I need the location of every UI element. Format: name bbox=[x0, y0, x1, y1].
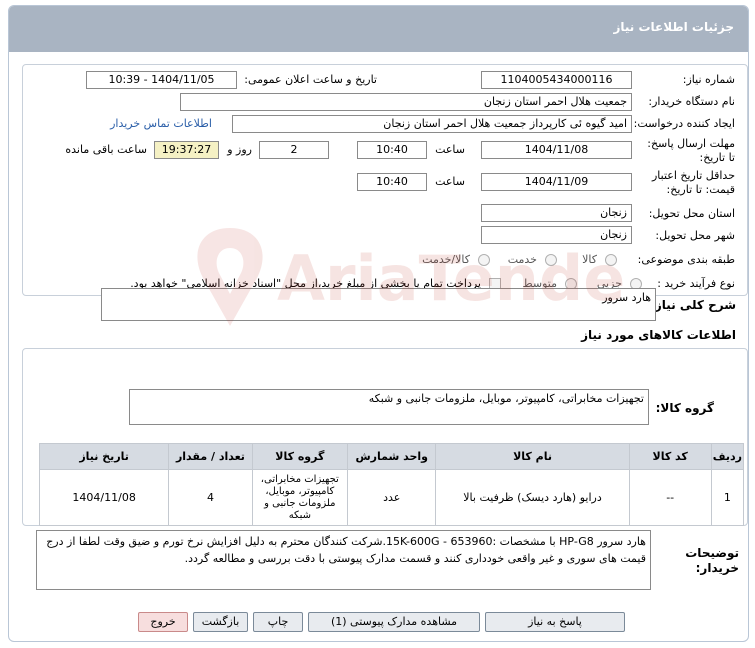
contact-info-link[interactable]: اطلاعات تماس خریدار bbox=[110, 117, 212, 130]
goods-group-label: گروه کالا: bbox=[655, 401, 714, 415]
creator-label: ایجاد کننده درخواست: bbox=[633, 117, 735, 130]
validity-time-label: ساعت bbox=[435, 175, 465, 188]
buyer-org-field: جمعیت هلال احمر استان زنجان bbox=[180, 93, 632, 111]
page-title: جزئیات اطلاعات نیاز bbox=[613, 20, 734, 34]
general-desc-label: شرح کلی نیاز: bbox=[650, 298, 736, 312]
table-header-row: ردیف کد کالا نام کالا واحد شمارش گروه کا… bbox=[38, 443, 745, 470]
category-option-goods: کالا bbox=[582, 253, 597, 266]
general-desc-field: هارد سرور bbox=[101, 288, 656, 321]
header-unit: واحد شمارش bbox=[347, 443, 437, 470]
category-label: طبقه بندی موضوعی: bbox=[637, 253, 735, 266]
validity-time-field: 10:40 bbox=[357, 173, 427, 191]
header-qty: تعداد / مقدار bbox=[168, 443, 253, 470]
info-panel: شماره نیاز: 1104005434000116 تاریخ و ساع… bbox=[22, 64, 748, 296]
header-group: گروه کالا bbox=[251, 443, 349, 470]
days-label: روز و bbox=[227, 143, 252, 156]
need-number-label: شماره نیاز: bbox=[682, 73, 735, 86]
creator-field: امید گیوه ئی کارپرداز جمعیت هلال احمر اس… bbox=[232, 115, 632, 133]
cell-qty: 4 bbox=[168, 469, 253, 526]
details-window: جزئیات اطلاعات نیاز شماره نیاز: 11040054… bbox=[8, 5, 749, 642]
reply-date-field: 1404/11/08 bbox=[481, 141, 632, 159]
back-button[interactable]: بازگشت bbox=[193, 612, 248, 632]
cell-code: -- bbox=[628, 469, 712, 526]
reply-time-label: ساعت bbox=[435, 143, 465, 156]
goods-group-field: تجهیزات مخابراتی، کامپیوتر، موبایل، ملزو… bbox=[129, 389, 649, 425]
validity-date-field: 1404/11/09 bbox=[481, 173, 632, 191]
goods-info-title: اطلاعات کالاهای مورد نیاز bbox=[581, 328, 736, 342]
header-code: کد کالا bbox=[628, 443, 712, 470]
announce-field: 1404/11/05 - 10:39 bbox=[86, 71, 237, 89]
purchase-type-label: نوع فرآیند خرید : bbox=[657, 277, 735, 290]
days-field: 2 bbox=[259, 141, 329, 159]
category-radio-goods[interactable] bbox=[605, 254, 617, 266]
cell-unit: عدد bbox=[347, 469, 437, 526]
title-bar: جزئیات اطلاعات نیاز bbox=[9, 6, 748, 52]
price-validity-label: حداقل تاریخ اعتبار قیمت: تا تاریخ: bbox=[651, 169, 735, 196]
exit-button[interactable]: خروج bbox=[138, 612, 188, 632]
cell-index: 1 bbox=[710, 469, 745, 526]
category-option-service: خدمت bbox=[507, 253, 537, 266]
need-number-field: 1104005434000116 bbox=[481, 71, 632, 89]
city-field: زنجان bbox=[481, 226, 632, 244]
goods-table: ردیف کد کالا نام کالا واحد شمارش گروه کا… bbox=[38, 443, 745, 526]
print-button[interactable]: چاپ bbox=[253, 612, 303, 632]
goods-panel: گروه کالا: تجهیزات مخابراتی، کامپیوتر، م… bbox=[22, 348, 748, 526]
cell-group: تجهیزات مخابراتی، کامپیوتر، موبایل، ملزو… bbox=[251, 469, 349, 526]
category-radio-both[interactable] bbox=[478, 254, 490, 266]
reply-button[interactable]: پاسخ به نیاز bbox=[485, 612, 625, 632]
buyer-notes-label: توضیحات خریدار: bbox=[685, 546, 739, 575]
remaining-time-field: 19:37:27 bbox=[154, 141, 219, 159]
buyer-notes-field: هارد سرور HP-G8 با مشخصات :653960 - 15K-… bbox=[36, 530, 651, 590]
category-radio-service[interactable] bbox=[545, 254, 557, 266]
city-label: شهر محل تحویل: bbox=[655, 229, 735, 242]
header-index: ردیف bbox=[710, 443, 745, 470]
buyer-org-label: نام دستگاه خریدار: bbox=[648, 95, 735, 108]
remaining-time-label: ساعت باقی مانده bbox=[65, 143, 147, 156]
province-label: استان محل تحویل: bbox=[648, 207, 735, 220]
cell-name: درایو (هارد دیسک) ظرفیت بالا bbox=[435, 469, 630, 526]
announce-label: تاریخ و ساعت اعلان عمومی: bbox=[244, 73, 377, 86]
category-option-both: کالا/خدمت bbox=[422, 253, 470, 266]
table-row[interactable]: 1 -- درایو (هارد دیسک) ظرفیت بالا عدد تج… bbox=[38, 469, 745, 526]
reply-deadline-label: مهلت ارسال پاسخ: تا تاریخ: bbox=[647, 137, 735, 164]
province-field: زنجان bbox=[481, 204, 632, 222]
header-name: نام کالا bbox=[435, 443, 630, 470]
header-date: تاریخ نیاز bbox=[38, 443, 170, 470]
reply-time-field: 10:40 bbox=[357, 141, 427, 159]
cell-date: 1404/11/08 bbox=[38, 469, 170, 526]
attachments-button[interactable]: مشاهده مدارک پیوستی (1) bbox=[308, 612, 480, 632]
